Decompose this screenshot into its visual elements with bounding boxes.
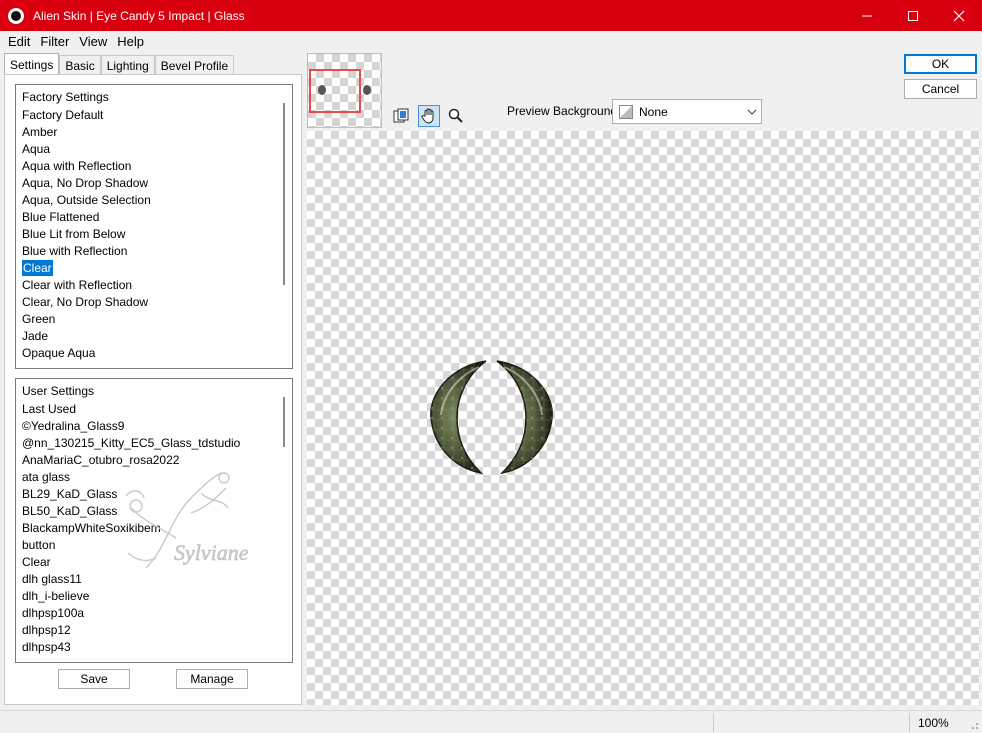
title-bar: Alien Skin | Eye Candy 5 Impact | Glass [0, 0, 982, 31]
navigator-object-right [363, 85, 371, 95]
list-item[interactable]: dlh_i-believe [16, 588, 292, 605]
list-item[interactable]: dlhpsp100a [16, 605, 292, 622]
zoom-button[interactable] [445, 105, 467, 127]
preview-compare-button[interactable] [390, 105, 412, 127]
cancel-button[interactable]: Cancel [904, 79, 977, 99]
factory-settings-list[interactable]: Factory Settings Factory Default Amber A… [15, 84, 293, 369]
minimize-icon [862, 15, 872, 16]
list-item[interactable]: @nn_130215_Kitty_EC5_Glass_tdstudio [16, 435, 292, 452]
list-item[interactable]: Blue with Reflection [16, 243, 292, 260]
tab-settings[interactable]: Settings [4, 53, 60, 75]
list-item[interactable]: Last Used [16, 401, 292, 418]
close-icon [953, 10, 965, 21]
preview-canvas[interactable] [307, 131, 980, 705]
navigator-thumbnail[interactable] [307, 53, 382, 128]
status-divider [909, 713, 910, 732]
tab-basic[interactable]: Basic [59, 55, 101, 75]
list-item[interactable]: Clear with Reflection [16, 277, 292, 294]
list-item[interactable]: Aqua [16, 141, 292, 158]
background-swatch-icon [619, 104, 633, 119]
preview-background-value: None [639, 104, 668, 119]
user-settings-header[interactable]: User Settings [16, 381, 292, 401]
menu-bar: Edit Filter View Help [0, 31, 982, 51]
list-item[interactable]: Aqua, No Drop Shadow [16, 175, 292, 192]
preview-compare-icon [393, 108, 409, 123]
navigator-object-left [318, 85, 326, 95]
list-item[interactable]: dlhpsp43 [16, 639, 292, 656]
list-item[interactable]: Aqua, Outside Selection [16, 192, 292, 209]
factory-scrollbar-thumb[interactable] [283, 103, 285, 285]
window-title: Alien Skin | Eye Candy 5 Impact | Glass [33, 8, 245, 23]
list-item[interactable]: AnaMariaC_otubro_rosa2022 [16, 452, 292, 469]
list-item[interactable]: Green [16, 311, 292, 328]
tab-bevel-profile[interactable]: Bevel Profile [154, 55, 235, 75]
status-bar: 100% [0, 710, 982, 733]
watermark-text: Sylviane [174, 540, 249, 565]
menu-help[interactable]: Help [113, 34, 148, 49]
list-item-selected[interactable]: Clear [16, 260, 292, 277]
settings-panel: Factory Settings Factory Default Amber A… [4, 74, 302, 705]
user-scrollbar-thumb[interactable] [283, 397, 285, 447]
list-item[interactable]: Clear, No Drop Shadow [16, 294, 292, 311]
resize-grip-icon[interactable] [969, 720, 979, 730]
status-divider [713, 713, 714, 732]
list-item[interactable]: Amber [16, 124, 292, 141]
settings-tabs: Settings Basic Lighting Bevel Profile [4, 53, 235, 75]
alien-skin-app-icon[interactable] [8, 7, 24, 24]
manage-button[interactable]: Manage [176, 669, 248, 689]
chevron-down-icon [743, 109, 761, 115]
save-button[interactable]: Save [58, 669, 130, 689]
list-item[interactable]: Blue Lit from Below [16, 226, 292, 243]
preview-background-label: Preview Background: [507, 104, 621, 118]
list-item[interactable]: ©Yedralina_Glass9 [16, 418, 292, 435]
close-button[interactable] [936, 0, 982, 31]
minimize-button[interactable] [844, 0, 890, 31]
tab-lighting[interactable]: Lighting [100, 55, 155, 75]
menu-filter[interactable]: Filter [36, 34, 73, 49]
list-item[interactable]: Blue Flattened [16, 209, 292, 226]
hand-pan-icon [421, 108, 434, 124]
menu-edit[interactable]: Edit [4, 34, 34, 49]
list-item[interactable]: Opaque Aqua [16, 345, 292, 362]
zoom-magnifier-icon [448, 108, 463, 123]
sylviane-watermark-logo: Sylviane [125, 472, 249, 569]
ok-button[interactable]: OK [904, 54, 977, 74]
menu-view[interactable]: View [75, 34, 111, 49]
list-item[interactable]: dlhpsp12 [16, 622, 292, 639]
glass-effect-preview-image [430, 360, 553, 475]
window-controls [844, 0, 982, 31]
preview-background-select[interactable]: None [612, 99, 762, 124]
maximize-icon [908, 10, 918, 21]
hand-pan-button[interactable] [418, 105, 440, 127]
list-item[interactable]: Aqua with Reflection [16, 158, 292, 175]
zoom-level: 100% [918, 716, 949, 730]
list-item[interactable]: Jade [16, 328, 292, 345]
factory-settings-header[interactable]: Factory Settings [16, 87, 292, 107]
list-item[interactable]: Factory Default [16, 107, 292, 124]
maximize-button[interactable] [890, 0, 936, 31]
navigator-view-rect[interactable] [309, 69, 361, 113]
